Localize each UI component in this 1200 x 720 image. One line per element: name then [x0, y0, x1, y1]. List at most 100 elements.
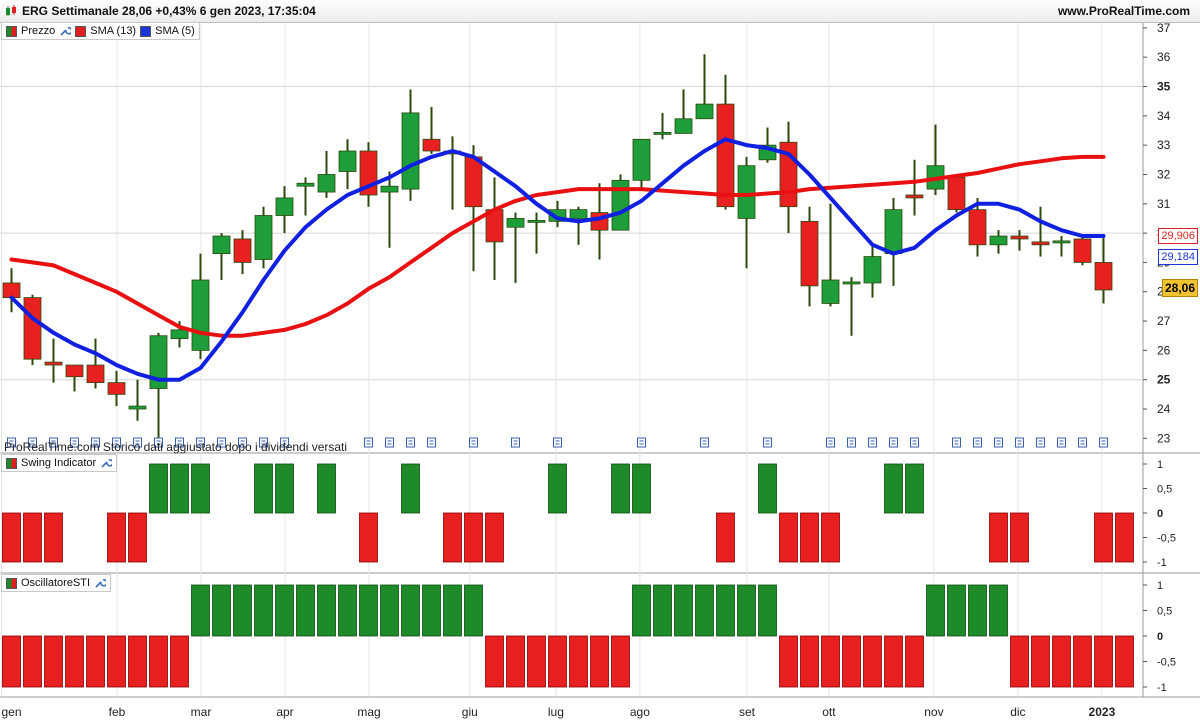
swing-legend[interactable]: Swing Indicator	[1, 454, 118, 472]
swing-bar	[359, 512, 378, 563]
swing-bar	[1094, 512, 1113, 563]
osc-bar	[1094, 635, 1113, 688]
price-legend-label: Prezzo	[21, 25, 56, 37]
osc-bar	[506, 635, 525, 688]
osc-bar	[254, 584, 273, 637]
osc-bar	[968, 584, 987, 637]
candle-body	[695, 103, 714, 120]
osc-bar	[716, 584, 735, 637]
sma13-legend-label: SMA (13)	[90, 25, 137, 37]
dividend-marker-icon	[1078, 437, 1087, 448]
swing-bar	[23, 512, 42, 563]
chart-canvas[interactable]: 232425262728293031323334353637genfebmara…	[0, 0, 1200, 720]
y-tick-label: 25	[1157, 373, 1171, 387]
candle-body	[338, 150, 357, 172]
x-tick-label: apr	[276, 705, 293, 719]
swing-bar	[107, 512, 126, 563]
y-tick-label: 23	[1157, 431, 1171, 445]
osc-bar	[842, 635, 861, 688]
osc-legend[interactable]: OscillatoreSTI	[1, 574, 112, 592]
osc-bar	[737, 584, 756, 637]
osc-swatch	[6, 577, 17, 589]
dividend-marker-icon	[973, 437, 982, 448]
dividend-marker-icon	[553, 437, 562, 448]
price-legend[interactable]: Prezzo SMA (13) SMA (5)	[1, 22, 200, 40]
y-tick-label: 31	[1157, 197, 1171, 211]
dividend-marker-icon	[889, 437, 898, 448]
swing-swatch	[6, 457, 17, 469]
candle-body	[1073, 238, 1092, 263]
y-tick-label: 24	[1157, 402, 1171, 416]
candle-body	[233, 238, 252, 263]
osc-bar	[1115, 635, 1134, 688]
dividend-marker-icon	[1057, 437, 1066, 448]
osc-bar	[233, 584, 252, 637]
dividend-marker-icon	[1015, 437, 1024, 448]
y-tick-label: 0,5	[1157, 484, 1172, 496]
price-series-swatch	[6, 25, 17, 37]
osc-bar	[380, 584, 399, 637]
osc-bar	[359, 584, 378, 637]
y-tick-label: -0,5	[1157, 657, 1176, 669]
osc-bar	[338, 584, 357, 637]
x-tick-label: 2023	[1089, 705, 1116, 719]
y-tick-label: 1	[1157, 459, 1163, 471]
osc-bar	[674, 584, 693, 637]
osc-bar	[212, 584, 231, 637]
osc-bar	[527, 635, 546, 688]
candle-body	[1052, 240, 1071, 244]
osc-bar	[86, 635, 105, 688]
candle-body	[1031, 241, 1050, 246]
osc-bar	[296, 584, 315, 637]
osc-bar	[1031, 635, 1050, 688]
swing-bar	[1115, 512, 1134, 563]
candle-body	[23, 297, 42, 360]
dividend-marker-icon	[763, 437, 772, 448]
candle-body	[800, 220, 819, 287]
osc-bar	[800, 635, 819, 688]
candle-body	[317, 174, 336, 193]
dividend-marker-icon	[847, 437, 856, 448]
instrument-title: ERG Settimanale 28,06 +0,43% 6 gen 2023,…	[22, 4, 316, 18]
candle-body	[128, 405, 147, 410]
wrench-icon[interactable]	[94, 577, 107, 589]
y-tick-label: 0,5	[1157, 606, 1172, 618]
candle-body	[989, 235, 1008, 246]
y-tick-label: 36	[1157, 50, 1171, 64]
candle-body	[107, 382, 126, 395]
osc-bar	[65, 635, 84, 688]
dividend-marker-icon	[1036, 437, 1045, 448]
candle-body	[821, 279, 840, 304]
data-note: ProRealTime.com Storico dati aggiustato …	[4, 440, 348, 454]
swing-bar	[443, 512, 462, 563]
candle-body	[1094, 262, 1113, 291]
osc-bar	[107, 635, 126, 688]
x-tick-label: giu	[462, 705, 478, 719]
swing-bar	[1010, 512, 1029, 563]
wrench-icon[interactable]	[100, 457, 113, 469]
swing-bar	[758, 463, 777, 514]
osc-bar	[1010, 635, 1029, 688]
site-url[interactable]: www.ProRealTime.com	[1058, 4, 1190, 18]
title-bar: ERG Settimanale 28,06 +0,43% 6 gen 2023,…	[0, 0, 1200, 23]
osc-bar	[191, 584, 210, 637]
swing-bar	[401, 463, 420, 514]
x-tick-label: set	[739, 705, 756, 719]
swing-bar	[254, 463, 273, 514]
swing-bar	[485, 512, 504, 563]
swing-bar	[2, 512, 21, 563]
wrench-icon[interactable]	[59, 25, 72, 37]
osc-bar	[926, 584, 945, 637]
dividend-marker-icon	[385, 437, 394, 448]
swing-bar	[317, 463, 336, 514]
swing-bar	[821, 512, 840, 563]
dividend-marker-icon	[469, 437, 478, 448]
osc-bar	[170, 635, 189, 688]
osc-bar	[989, 584, 1008, 637]
y-tick-label: 35	[1157, 80, 1171, 94]
osc-bar	[821, 635, 840, 688]
osc-bar	[947, 584, 966, 637]
swing-bar	[905, 463, 924, 514]
candle-body	[527, 219, 546, 223]
candle-body	[842, 281, 861, 285]
